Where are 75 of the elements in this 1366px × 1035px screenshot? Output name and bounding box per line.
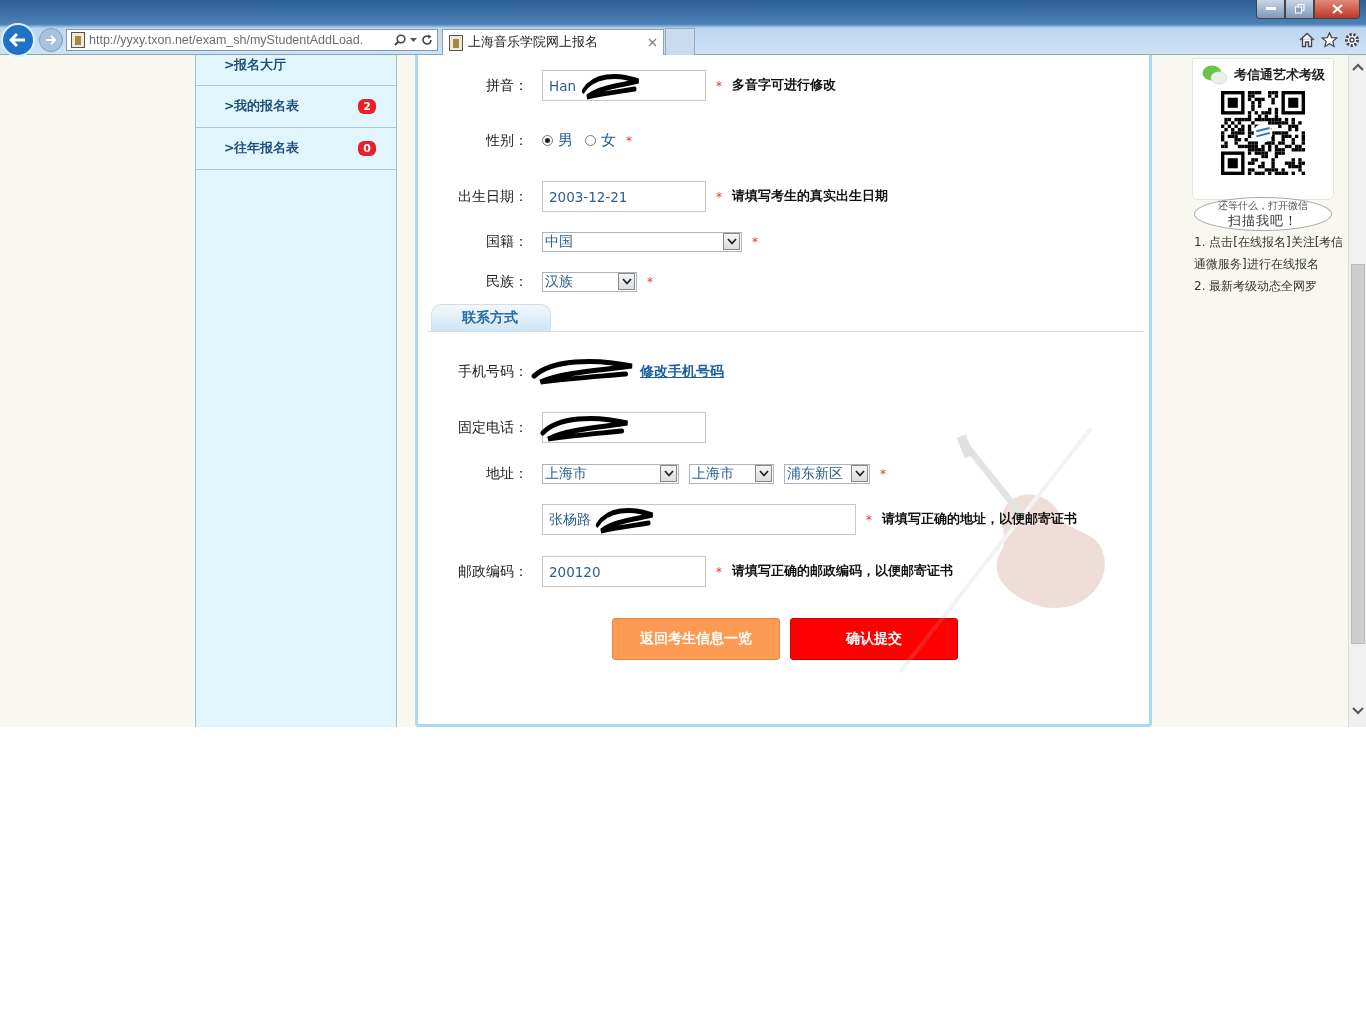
home-icon[interactable] bbox=[1299, 31, 1315, 48]
scroll-up-icon[interactable] bbox=[1351, 63, 1364, 71]
dropdown[interactable]: 上海市 bbox=[689, 463, 774, 484]
restore-button[interactable] bbox=[1285, 0, 1314, 19]
field-hint: 请填写考生的真实出生日期 bbox=[732, 188, 888, 205]
required-asterisk: * bbox=[866, 512, 872, 527]
close-button[interactable] bbox=[1314, 0, 1360, 19]
forward-button[interactable] bbox=[39, 27, 63, 52]
field-label: 地址： bbox=[485, 464, 528, 483]
arrow-left-icon bbox=[9, 31, 27, 48]
caret-icon bbox=[854, 470, 865, 477]
sidebar-item[interactable]: >报名大厅 bbox=[196, 55, 396, 86]
chat-bubbles-icon bbox=[1201, 65, 1228, 85]
field-label: 民族： bbox=[485, 272, 528, 291]
text-field[interactable]: 200120 bbox=[542, 556, 706, 587]
promo-title: 考信通艺术考级 bbox=[1233, 66, 1325, 84]
required-asterisk: * bbox=[716, 564, 722, 579]
field-label: 性别： bbox=[484, 131, 528, 150]
browser-tab[interactable]: 上海音乐学院网上报名 bbox=[442, 29, 664, 55]
dropdown[interactable]: 中国 bbox=[542, 231, 742, 252]
section-tab[interactable]: 联系方式 bbox=[431, 304, 551, 331]
field-label: 国籍： bbox=[485, 232, 528, 251]
caret-icon bbox=[726, 238, 737, 245]
count-badge: 0 bbox=[358, 141, 376, 156]
caret-icon bbox=[758, 470, 769, 477]
required-asterisk: * bbox=[880, 466, 886, 481]
dropdown[interactable]: 上海市 bbox=[542, 463, 679, 484]
speech-bubble: 还等什么，打开微信 扫描我吧！ bbox=[1194, 197, 1332, 231]
required-asterisk: * bbox=[647, 274, 653, 289]
page-icon bbox=[449, 34, 463, 51]
required-asterisk: * bbox=[752, 234, 758, 249]
field-hint: 请填写正确的地址，以便邮寄证书 bbox=[882, 511, 1077, 528]
scroll-down-icon[interactable] bbox=[1351, 707, 1364, 715]
sidebar-item[interactable]: >我的报名表 2 bbox=[196, 86, 396, 128]
restore-icon bbox=[1294, 4, 1305, 14]
required-asterisk: * bbox=[716, 189, 722, 204]
promo-note: 1. 点击[在线报名]关注[考信通微服务]进行在线报名 bbox=[1193, 234, 1345, 273]
minimize-icon bbox=[1265, 7, 1276, 11]
dropdown[interactable]: 汉族 bbox=[542, 271, 637, 292]
dropdown[interactable]: 浦东新区 bbox=[784, 463, 870, 484]
back-button[interactable] bbox=[1, 22, 35, 57]
text-field[interactable]: 2003-12-21 bbox=[542, 181, 706, 212]
change-phone-link[interactable]: 修改手机号码 bbox=[640, 362, 724, 381]
address-bar[interactable]: http://yyxy.txon.net/exam_sh/myStudentAddLoad. bbox=[66, 28, 438, 51]
required-asterisk: * bbox=[626, 133, 632, 148]
field-label: 固定电话： bbox=[457, 418, 528, 437]
promo-note: 2. 最新考级动态全网罗 bbox=[1193, 278, 1319, 295]
field-hint: 请填写正确的邮政编码，以便邮寄证书 bbox=[732, 563, 953, 580]
required-asterisk: * bbox=[716, 78, 722, 93]
dropdown-icon[interactable] bbox=[410, 37, 417, 42]
search-icon[interactable] bbox=[394, 33, 406, 46]
radio-option[interactable]: 男 bbox=[542, 131, 573, 150]
field-label: 邮政编码： bbox=[457, 562, 528, 581]
star-icon[interactable] bbox=[1321, 31, 1338, 48]
radio-option[interactable]: 女 bbox=[585, 131, 616, 150]
caret-icon bbox=[663, 470, 674, 477]
settings-icon[interactable] bbox=[1344, 31, 1360, 48]
caret-icon bbox=[621, 278, 632, 285]
close-icon bbox=[1331, 4, 1343, 14]
text-field[interactable]: Han bbox=[542, 70, 706, 101]
refresh-icon[interactable] bbox=[421, 33, 433, 46]
submit-button[interactable]: 确认提交 bbox=[790, 618, 958, 660]
page-icon bbox=[71, 31, 85, 48]
field-label: 拼音： bbox=[485, 76, 528, 95]
field-hint: 多音字可进行修改 bbox=[732, 77, 836, 94]
field-label: 手机号码： bbox=[457, 362, 528, 381]
close-tab-icon[interactable] bbox=[648, 38, 657, 47]
minimize-button[interactable] bbox=[1256, 0, 1285, 19]
count-badge: 2 bbox=[358, 99, 376, 114]
arrow-right-icon bbox=[45, 34, 57, 45]
scrollbar[interactable] bbox=[1348, 55, 1366, 727]
field-label: 出生日期： bbox=[457, 187, 528, 206]
text-field[interactable]: 张杨路 bbox=[542, 504, 856, 535]
text-field[interactable] bbox=[542, 412, 706, 443]
sidebar-item[interactable]: >往年报名表 0 bbox=[196, 128, 396, 170]
